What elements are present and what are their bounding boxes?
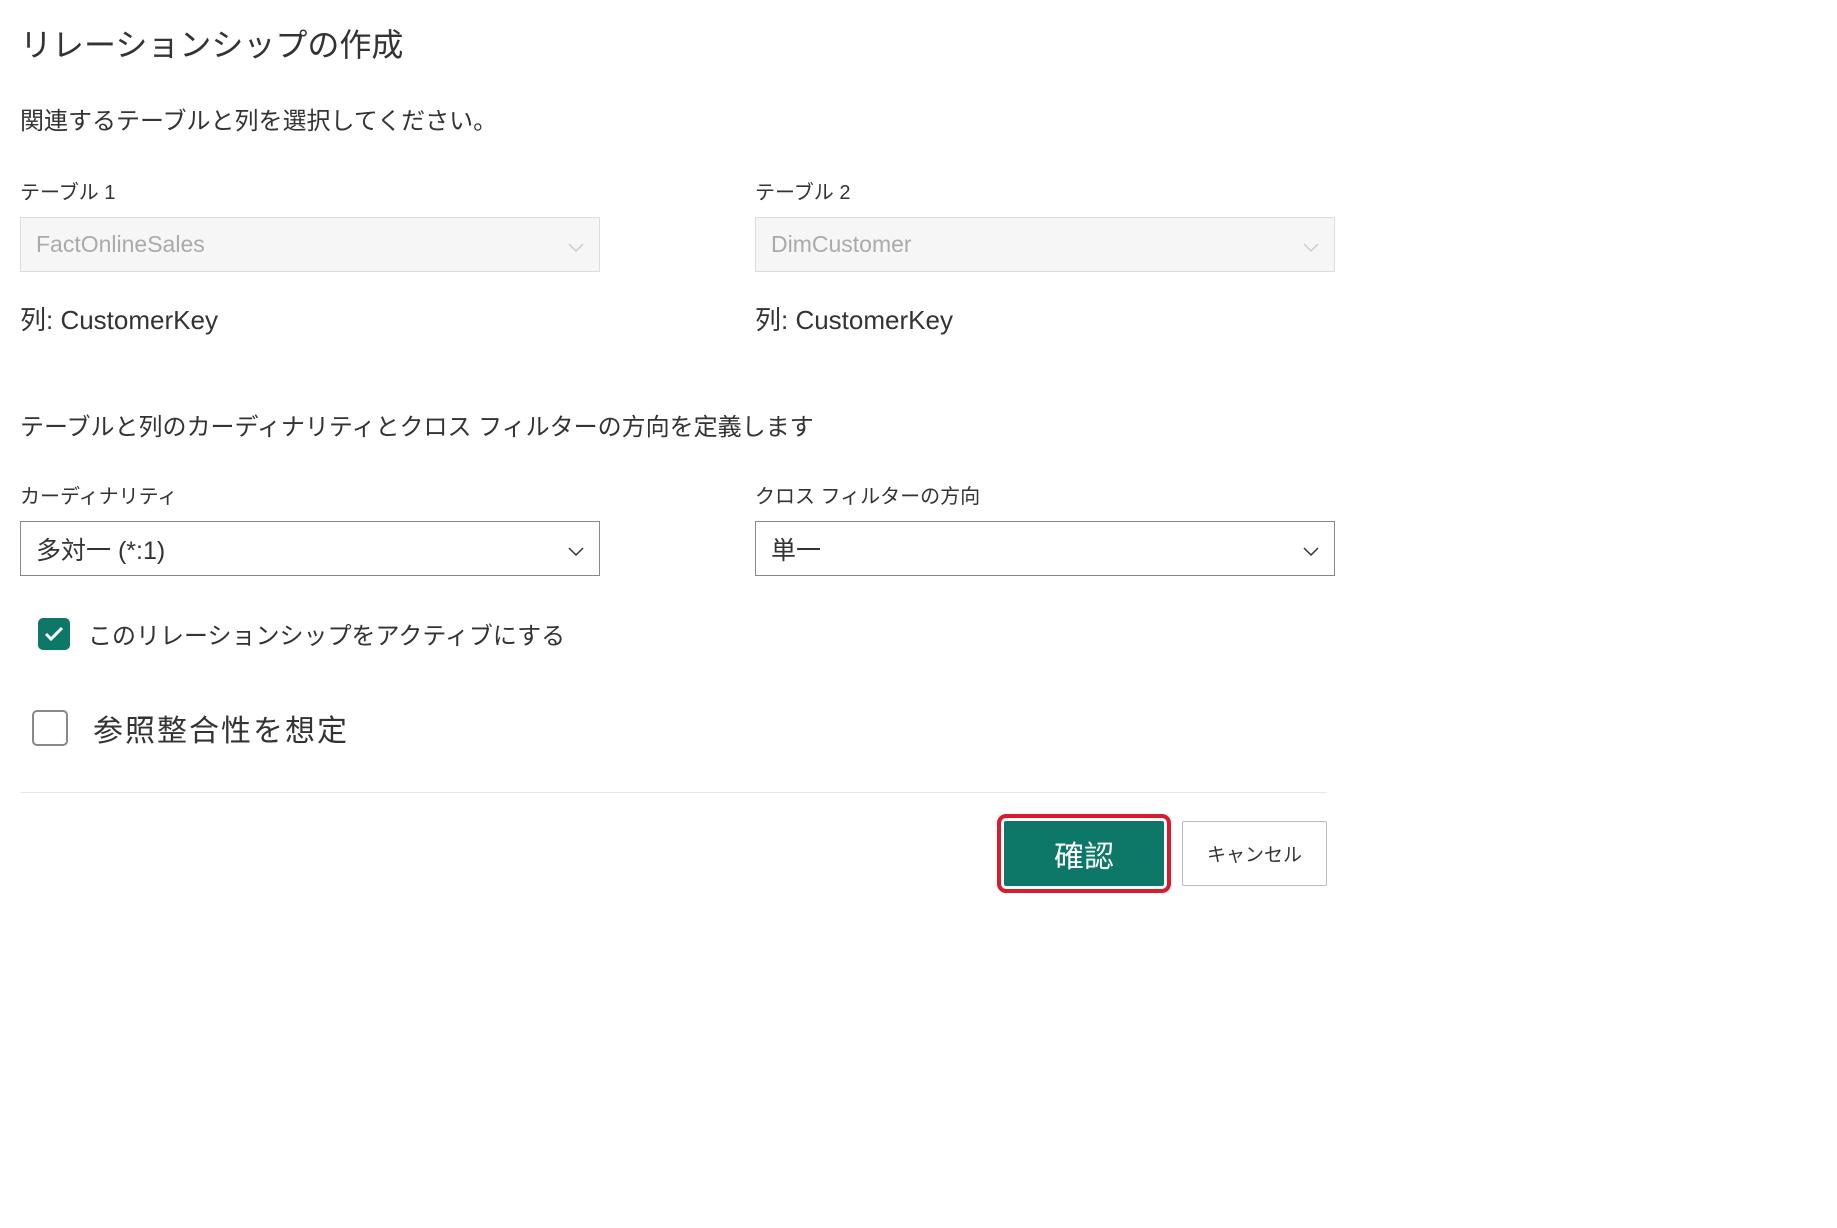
table2-dropdown[interactable]: DimCustomer [755,217,1335,272]
chevron-down-icon [1303,240,1319,250]
section-heading: テーブルと列のカーディナリティとクロス フィルターの方向を定義します [20,407,1817,442]
active-checkbox-label: このリレーションシップをアクティブにする [88,616,565,651]
table1-label: テーブル 1 [20,176,600,205]
tables-row: テーブル 1 FactOnlineSales 列: CustomerKey テー… [20,176,1817,337]
table2-value: DimCustomer [771,231,912,258]
options-row: カーディナリティ 多対一 (*:1) クロス フィルターの方向 単一 [20,480,1817,576]
chevron-down-icon [568,240,584,250]
dialog-footer: 確認 キャンセル [20,792,1327,886]
table2-label: テーブル 2 [755,176,1335,205]
confirm-button[interactable]: 確認 [1004,821,1164,886]
referential-checkbox[interactable] [32,710,68,746]
table1-column-label: 列: CustomerKey [20,300,600,337]
cardinality-value: 多対一 (*:1) [36,531,165,567]
table1-column: テーブル 1 FactOnlineSales 列: CustomerKey [20,176,600,337]
table2-column: テーブル 2 DimCustomer 列: CustomerKey [755,176,1335,337]
crossfilter-column: クロス フィルターの方向 単一 [755,480,1335,576]
referential-checkbox-label: 参照整合性を想定 [93,706,349,750]
check-icon [44,626,64,642]
active-checkbox[interactable] [38,618,70,650]
referential-checkbox-row: 参照整合性を想定 [20,706,1817,750]
crossfilter-value: 単一 [771,531,821,567]
crossfilter-label: クロス フィルターの方向 [755,480,1335,509]
dialog-subtitle: 関連するテーブルと列を選択してください。 [20,101,1817,136]
active-checkbox-row: このリレーションシップをアクティブにする [20,616,1817,651]
cardinality-column: カーディナリティ 多対一 (*:1) [20,480,600,576]
cardinality-label: カーディナリティ [20,480,600,509]
chevron-down-icon [1303,544,1319,554]
chevron-down-icon [568,544,584,554]
crossfilter-dropdown[interactable]: 単一 [755,521,1335,576]
cardinality-dropdown[interactable]: 多対一 (*:1) [20,521,600,576]
table2-column-label: 列: CustomerKey [755,300,1335,337]
table1-value: FactOnlineSales [36,231,205,258]
cancel-button[interactable]: キャンセル [1182,821,1327,886]
table1-dropdown[interactable]: FactOnlineSales [20,217,600,272]
dialog-title: リレーションシップの作成 [20,20,1817,66]
